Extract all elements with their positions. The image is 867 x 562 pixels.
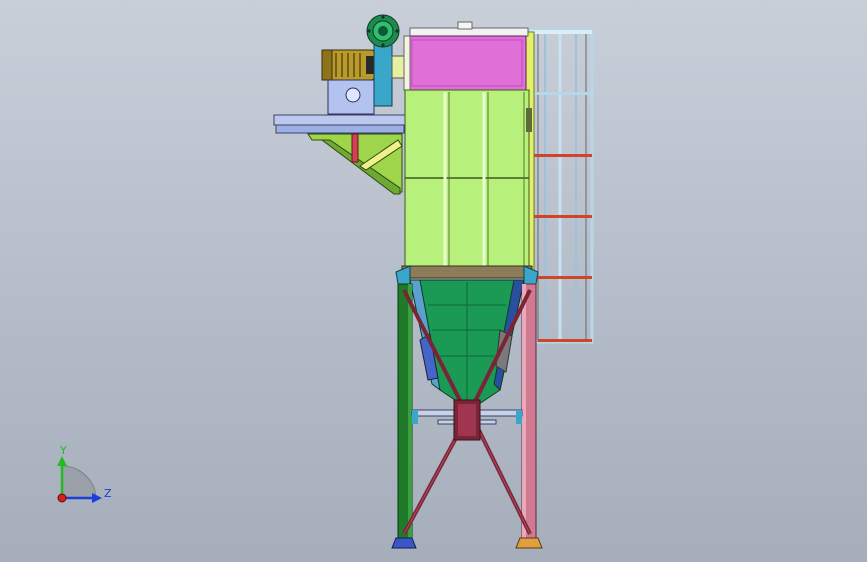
dust-collector-model[interactable]: Y Z xyxy=(0,0,867,562)
right-leg xyxy=(521,283,537,541)
orientation-triad[interactable]: Y Z xyxy=(57,444,112,503)
ladder-cage xyxy=(528,28,594,344)
right-base-plate xyxy=(515,537,543,549)
y-axis-label: Y xyxy=(59,444,67,457)
left-base-plate xyxy=(391,537,417,549)
cad-viewport[interactable]: Y Z xyxy=(0,0,867,562)
x-axis-dot-icon xyxy=(57,493,67,503)
motor-platform xyxy=(273,114,407,134)
filter-housing xyxy=(404,89,532,269)
left-leg xyxy=(397,283,413,541)
hopper-cone xyxy=(409,279,525,411)
support-brace xyxy=(307,133,403,195)
z-axis-label: Z xyxy=(104,487,112,500)
top-chamber xyxy=(403,21,529,91)
triad-plane-icon xyxy=(61,465,97,499)
fan-outlet-flange xyxy=(366,14,400,48)
discharge-valve xyxy=(411,399,523,441)
motor xyxy=(321,49,380,81)
